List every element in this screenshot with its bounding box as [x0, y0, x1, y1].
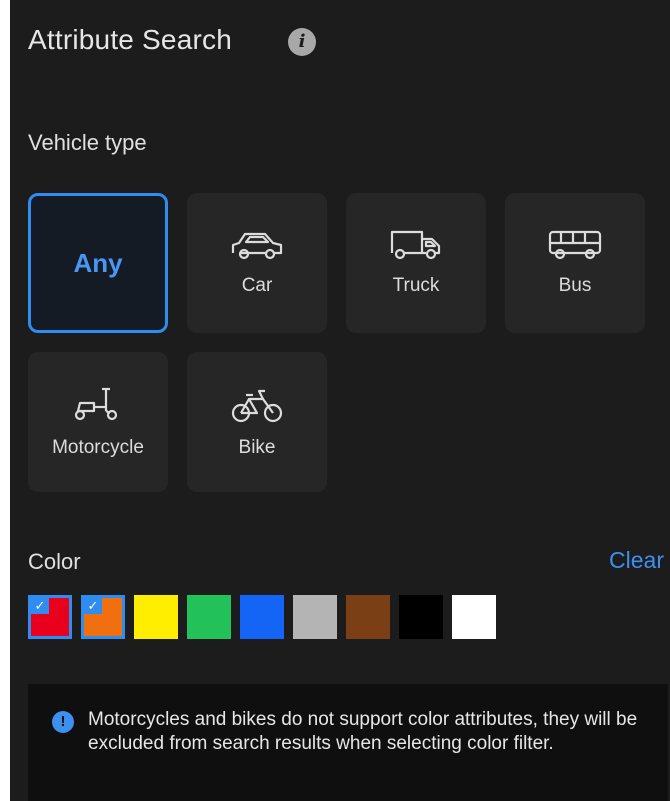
- vehicle-option-label: Any: [73, 247, 123, 278]
- attribute-search-panel: Attribute Search i Vehicle type Any Car …: [10, 0, 670, 801]
- info-icon: !: [52, 711, 74, 733]
- color-swatch[interactable]: [293, 595, 337, 639]
- car-icon: [231, 232, 283, 260]
- vehicle-option-label: Motorcycle: [52, 437, 144, 458]
- vehicle-option-label: Bus: [558, 275, 592, 296]
- color-swatch[interactable]: [452, 595, 496, 639]
- color-notice: ! Motorcycles and bikes do not support c…: [28, 684, 668, 801]
- color-swatch[interactable]: [346, 595, 390, 639]
- motorcycle-icon: [74, 387, 118, 421]
- color-label: Color: [28, 549, 81, 574]
- vehicle-option-label: Car: [241, 275, 273, 296]
- color-swatch[interactable]: [187, 595, 231, 639]
- vehicle-option-label: Truck: [392, 275, 440, 296]
- color-swatch[interactable]: ✓: [28, 595, 72, 639]
- truck-icon: [390, 230, 441, 260]
- vehicle-option-car[interactable]: Car: [187, 193, 327, 333]
- color-swatch[interactable]: ✓: [81, 595, 125, 639]
- notice-text: Motorcycles and bikes do not support col…: [88, 709, 638, 754]
- vehicle-option-truck[interactable]: Truck: [346, 193, 486, 333]
- vehicle-option-any[interactable]: Any: [28, 193, 168, 333]
- vehicle-type-label: Vehicle type: [28, 130, 147, 155]
- checkmark-icon: ✓: [84, 598, 102, 614]
- vehicle-option-bike[interactable]: Bike: [187, 352, 327, 492]
- vehicle-option-label: Bike: [238, 437, 276, 458]
- color-swatch[interactable]: [240, 595, 284, 639]
- clear-button[interactable]: Clear: [609, 547, 664, 574]
- info-icon[interactable]: i: [288, 28, 316, 56]
- color-swatch[interactable]: [399, 595, 443, 639]
- bus-icon: [548, 230, 602, 260]
- vehicle-option-motorcycle[interactable]: Motorcycle: [28, 352, 168, 492]
- panel-title: Attribute Search: [28, 24, 232, 55]
- color-swatch[interactable]: [134, 595, 178, 639]
- checkmark-icon: ✓: [31, 598, 49, 614]
- vehicle-option-bus[interactable]: Bus: [505, 193, 645, 333]
- bike-icon: [231, 389, 283, 423]
